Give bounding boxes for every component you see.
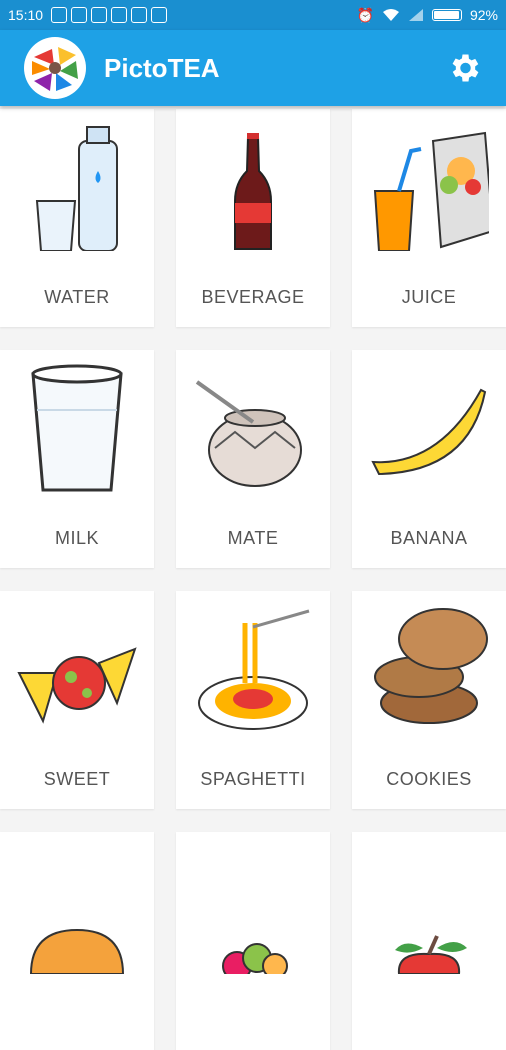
- notification-icon: [71, 7, 88, 23]
- notification-icon: [51, 7, 68, 23]
- pictogram-label: COOKIES: [386, 769, 472, 789]
- battery-icon: [431, 9, 462, 21]
- app-bar: PictoTEA: [0, 30, 506, 106]
- notification-icon: [91, 7, 108, 23]
- pictogram-card-mate[interactable]: MATE: [176, 350, 330, 568]
- notification-icon: [151, 7, 168, 23]
- notification-icon: [131, 7, 148, 23]
- juice-icon: [373, 131, 489, 251]
- pictogram-label: JUICE: [401, 287, 457, 307]
- pictogram-card-banana[interactable]: BANANA: [352, 350, 506, 568]
- notification-icon: [111, 7, 128, 23]
- signal-icon: [408, 9, 423, 21]
- pictogram-label: SPAGHETTI: [200, 769, 306, 789]
- pictogram-card-juice[interactable]: JUICE: [352, 109, 506, 327]
- pictogram-grid: WATER BEVERAGE JUICE MILK MATE BANANA SW…: [0, 106, 506, 1050]
- pictogram-label: SWEET: [43, 769, 111, 789]
- pictogram-card-sweet[interactable]: SWEET: [0, 591, 154, 809]
- wifi-icon: [382, 9, 399, 21]
- settings-gear-icon[interactable]: [446, 50, 482, 86]
- pictogram-card-partial[interactable]: [352, 832, 506, 1050]
- ice-cream-icon: [222, 943, 288, 974]
- spaghetti-icon: [198, 609, 310, 730]
- sweet-icon: [17, 647, 137, 724]
- app-title: PictoTEA: [104, 52, 220, 83]
- pictogram-label: WATER: [44, 287, 110, 307]
- app-logo: [24, 37, 86, 99]
- water-icon: [35, 126, 118, 251]
- pictogram-label: BEVERAGE: [201, 287, 305, 307]
- alarm-icon: ⏰: [356, 6, 374, 23]
- apple-icon: [395, 935, 467, 974]
- pictogram-card-water[interactable]: WATER: [0, 109, 154, 327]
- pictogram-label: MILK: [54, 528, 99, 548]
- pictogram-card-partial[interactable]: [0, 832, 154, 1050]
- milk-icon: [31, 364, 123, 492]
- pictogram-label: BANANA: [390, 528, 468, 548]
- banana-icon: [371, 388, 487, 476]
- pictogram-card-milk[interactable]: MILK: [0, 350, 154, 568]
- mate-icon: [195, 380, 302, 487]
- pictogram-label: MATE: [227, 528, 279, 548]
- pictogram-card-partial[interactable]: [176, 832, 330, 1050]
- battery-percent: 92%: [469, 7, 498, 23]
- pictogram-card-beverage[interactable]: BEVERAGE: [176, 109, 330, 327]
- beverage-icon: [234, 133, 272, 250]
- cookies-icon: [374, 608, 488, 724]
- pictogram-card-spaghetti[interactable]: SPAGHETTI: [176, 591, 330, 809]
- burger-icon: [29, 928, 125, 974]
- status-time: 15:10: [8, 7, 44, 23]
- notification-icons: [51, 7, 168, 23]
- status-bar: 15:10 ⏰ 92%: [0, 0, 506, 30]
- pictogram-card-cookies[interactable]: COOKIES: [352, 591, 506, 809]
